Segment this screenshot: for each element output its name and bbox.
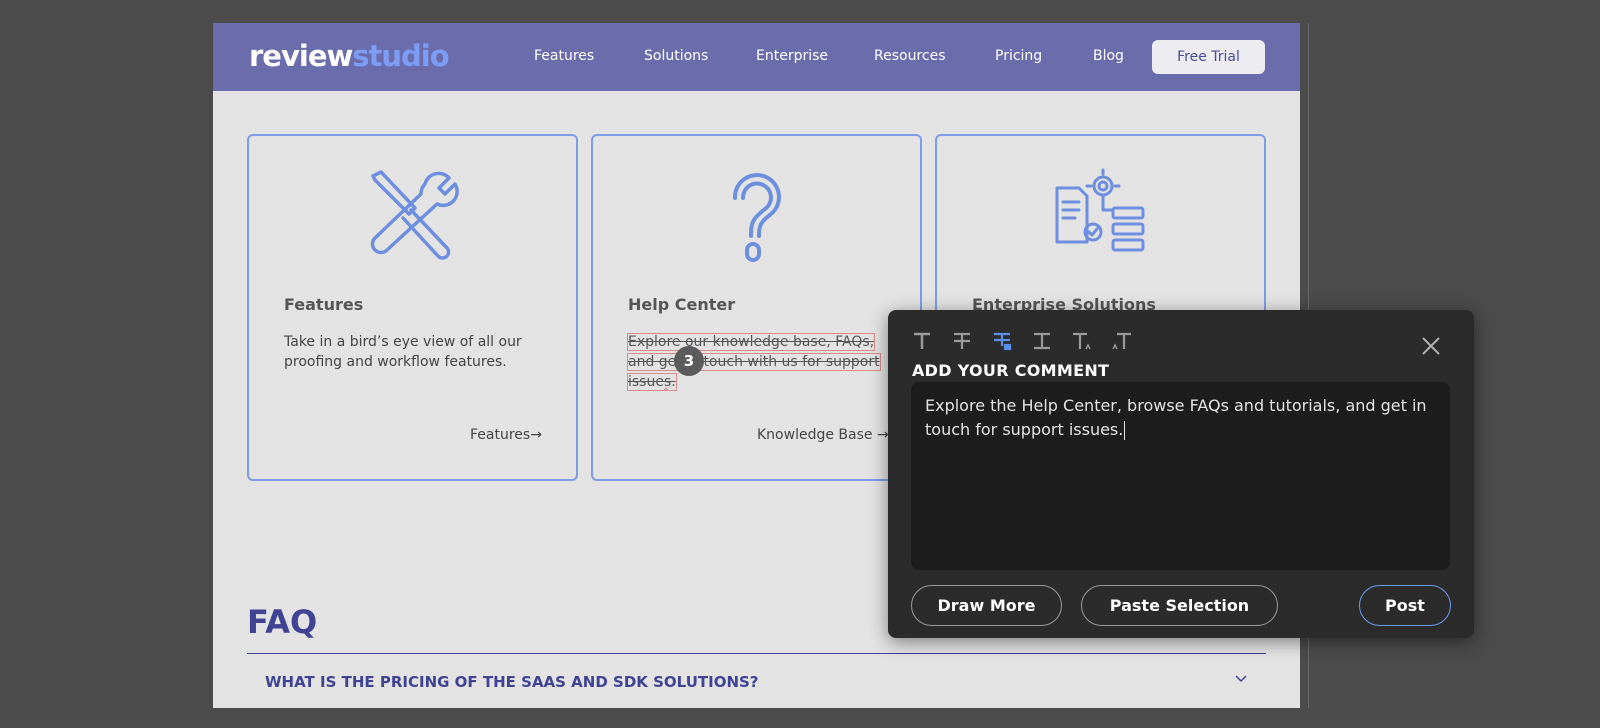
nav-pricing[interactable]: Pricing xyxy=(995,48,1042,64)
tools-icon xyxy=(370,170,459,260)
insert-caret-icon: ‸ xyxy=(664,376,669,390)
post-button[interactable]: Post xyxy=(1359,585,1451,626)
replace-text-icon[interactable] xyxy=(991,330,1013,352)
chevron-down-icon[interactable] xyxy=(1233,670,1249,686)
superscript-icon[interactable] xyxy=(1111,330,1133,352)
annotation-badge[interactable]: 3 xyxy=(674,346,704,376)
nav-features[interactable]: Features xyxy=(534,48,594,64)
nav-resources[interactable]: Resources xyxy=(874,48,946,64)
card-features: Features Take in a bird’s eye view of al… xyxy=(247,134,578,481)
close-icon[interactable] xyxy=(1419,334,1443,358)
card-help-center: Help Center Explore our knowledge base, … xyxy=(591,134,922,481)
card-title: Features xyxy=(284,295,364,314)
faq-question[interactable]: WHAT IS THE PRICING OF THE SAAS AND SDK … xyxy=(265,673,759,691)
subscript-icon[interactable] xyxy=(1071,330,1093,352)
comment-textarea[interactable]: Explore the Help Center, browse FAQs and… xyxy=(911,382,1450,570)
navbar: reviewstudio Features Solutions Enterpri… xyxy=(213,23,1300,91)
faq-heading: FAQ xyxy=(247,603,318,641)
card-title: Help Center xyxy=(628,295,736,314)
nav-enterprise[interactable]: Enterprise xyxy=(756,48,828,64)
divider xyxy=(247,653,1266,654)
popup-heading: ADD YOUR COMMENT xyxy=(912,361,1110,380)
text-cursor xyxy=(1124,421,1126,440)
features-link[interactable]: Features→ xyxy=(470,427,542,443)
question-icon xyxy=(732,173,781,262)
knowledge-base-link[interactable]: Knowledge Base → xyxy=(757,427,889,443)
draw-more-button[interactable]: Draw More xyxy=(911,585,1062,626)
enterprise-icon xyxy=(1055,168,1145,252)
paste-selection-button[interactable]: Paste Selection xyxy=(1081,585,1278,626)
free-trial-button[interactable]: Free Trial xyxy=(1152,40,1265,74)
comment-popup: ADD YOUR COMMENT Explore the Help Center… xyxy=(888,310,1474,638)
nav-solutions[interactable]: Solutions xyxy=(644,48,708,64)
logo[interactable]: reviewstudio xyxy=(249,39,450,73)
card-text: Take in a bird’s eye view of all our pro… xyxy=(284,334,522,370)
nav-blog[interactable]: Blog xyxy=(1093,48,1124,64)
text-format-icon[interactable] xyxy=(911,330,933,352)
insert-text-icon[interactable] xyxy=(1031,330,1053,352)
strikethrough-icon[interactable] xyxy=(951,330,973,352)
